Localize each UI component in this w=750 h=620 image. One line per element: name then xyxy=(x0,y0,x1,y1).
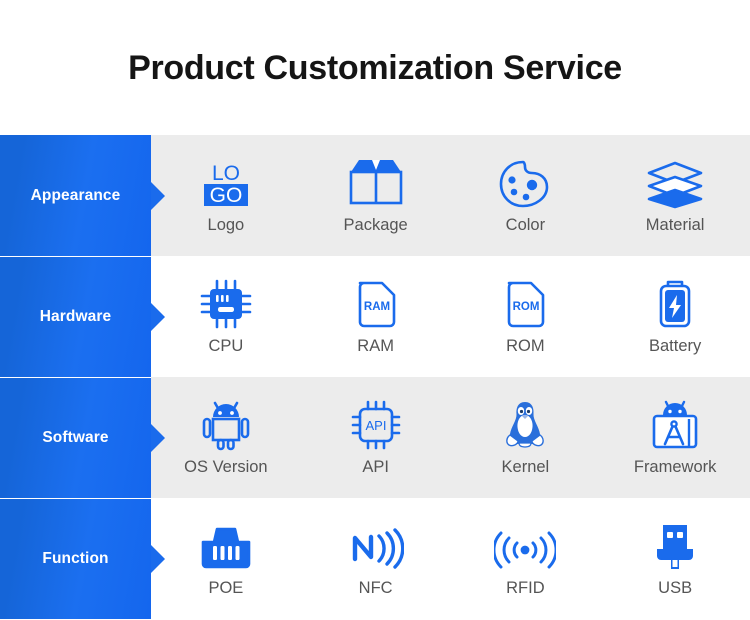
row-cells: POE NFC RFID USB xyxy=(151,498,750,619)
svg-text:API: API xyxy=(365,418,386,433)
cell-rfid[interactable]: RFID xyxy=(451,498,601,619)
cell-poe[interactable]: POE xyxy=(151,498,301,619)
usb-plug-icon xyxy=(651,520,699,572)
row-cells: OS Version API API Kernel Framework xyxy=(151,377,750,498)
cell-color[interactable]: Color xyxy=(451,135,601,256)
cell-cpu[interactable]: CPU xyxy=(151,256,301,377)
cell-label: Material xyxy=(645,216,705,235)
infographic-page: Product Customization Service Appearance… xyxy=(0,0,750,620)
title-bar: Product Customization Service xyxy=(0,0,750,135)
chevron-right-icon xyxy=(151,302,165,331)
linux-penguin-icon xyxy=(501,399,549,451)
logo-icon: LO GO xyxy=(200,157,252,209)
cell-rom[interactable]: ROM ROM xyxy=(451,256,601,377)
framework-compass-icon xyxy=(649,399,701,451)
cell-nfc[interactable]: NFC xyxy=(301,498,451,619)
row-cells: LO GO Logo Package Color Material xyxy=(151,135,750,256)
cell-kernel[interactable]: Kernel xyxy=(451,377,601,498)
cell-label: OS Version xyxy=(184,458,268,477)
cell-label: RFID xyxy=(506,579,545,598)
svg-text:RAM: RAM xyxy=(364,301,390,313)
cell-label: API xyxy=(362,458,389,477)
cell-battery[interactable]: Battery xyxy=(600,256,750,377)
row-label-text: Appearance xyxy=(30,186,121,204)
cell-label: Color xyxy=(505,216,546,235)
row-function: Function POE NFC RFID USB xyxy=(0,498,750,619)
cell-label: USB xyxy=(658,579,693,598)
cell-material[interactable]: Material xyxy=(600,135,750,256)
cell-label: NFC xyxy=(358,579,393,598)
svg-text:LO: LO xyxy=(212,162,240,185)
cell-label: Battery xyxy=(648,337,702,356)
chevron-right-icon xyxy=(151,181,165,210)
cell-os-version[interactable]: OS Version xyxy=(151,377,301,498)
rfid-signal-icon xyxy=(494,520,557,572)
cell-label: Logo xyxy=(207,216,245,235)
chevron-right-icon xyxy=(151,544,165,573)
category-rows: Appearance LO GO Logo Package Color Mate… xyxy=(0,135,750,619)
color-palette-icon xyxy=(497,157,553,209)
row-software: Software OS Version API API Kernel Frame… xyxy=(0,377,750,498)
svg-text:GO: GO xyxy=(210,184,243,207)
row-label-text: Function xyxy=(42,549,109,567)
rom-card-icon: ROM xyxy=(501,278,549,330)
row-label-function[interactable]: Function xyxy=(0,498,165,619)
svg-text:ROM: ROM xyxy=(513,301,540,313)
cell-ram[interactable]: RAM RAM xyxy=(301,256,451,377)
page-title: Product Customization Service xyxy=(128,48,622,87)
cell-label: CPU xyxy=(208,337,244,356)
ethernet-port-icon xyxy=(198,520,254,572)
cell-logo[interactable]: LO GO Logo xyxy=(151,135,301,256)
row-label-text: Hardware xyxy=(39,307,112,325)
android-robot-icon xyxy=(200,399,252,451)
row-appearance: Appearance LO GO Logo Package Color Mate… xyxy=(0,135,750,256)
cell-usb[interactable]: USB xyxy=(600,498,750,619)
cell-package[interactable]: Package xyxy=(301,135,451,256)
row-label-hardware[interactable]: Hardware xyxy=(0,256,165,377)
row-label-software[interactable]: Software xyxy=(0,377,165,498)
chevron-right-icon xyxy=(151,423,165,452)
cpu-chip-icon xyxy=(199,278,253,330)
row-label-appearance[interactable]: Appearance xyxy=(0,135,165,256)
row-label-text: Software xyxy=(42,428,109,446)
battery-bolt-icon xyxy=(653,278,697,330)
cell-label: Package xyxy=(343,216,408,235)
api-chip-icon: API xyxy=(350,399,402,451)
cell-label: Framework xyxy=(633,458,717,477)
package-box-icon xyxy=(347,157,405,209)
cell-label: Kernel xyxy=(501,458,550,477)
material-layers-icon xyxy=(645,157,705,209)
cell-label: ROM xyxy=(506,337,545,356)
cell-label: POE xyxy=(208,579,244,598)
nfc-wave-icon xyxy=(348,520,404,572)
cell-label: RAM xyxy=(357,337,394,356)
cell-framework[interactable]: Framework xyxy=(600,377,750,498)
cell-api[interactable]: API API xyxy=(301,377,451,498)
row-hardware: Hardware CPU RAM RAM ROM ROM Battery xyxy=(0,256,750,377)
ram-card-icon: RAM xyxy=(352,278,400,330)
row-cells: CPU RAM RAM ROM ROM Battery xyxy=(151,256,750,377)
